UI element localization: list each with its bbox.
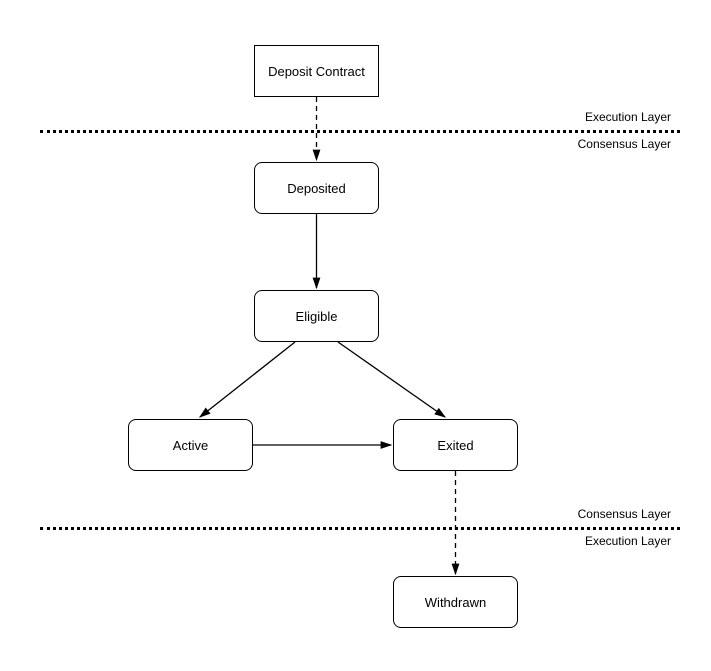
node-label: Exited (437, 438, 473, 453)
diagram-canvas: Deposit Contract Deposited Eligible Acti… (0, 0, 711, 671)
node-label: Eligible (296, 309, 338, 324)
node-eligible: Eligible (254, 290, 379, 342)
node-active: Active (128, 419, 253, 471)
layer-label-exec-lower: Execution Layer (585, 534, 671, 548)
layer-divider-upper (40, 130, 680, 133)
node-deposit-contract: Deposit Contract (254, 45, 379, 97)
layer-divider-lower (40, 527, 680, 530)
layer-label-exec-upper: Execution Layer (585, 110, 671, 124)
layer-label-cons-upper: Consensus Layer (578, 137, 671, 151)
edge-eligible-exited (338, 342, 445, 417)
layer-label-cons-lower: Consensus Layer (578, 507, 671, 521)
node-deposited: Deposited (254, 162, 379, 214)
node-label: Active (173, 438, 208, 453)
node-withdrawn: Withdrawn (393, 576, 518, 628)
node-label: Deposit Contract (268, 64, 365, 79)
node-label: Withdrawn (425, 595, 486, 610)
node-exited: Exited (393, 419, 518, 471)
node-label: Deposited (287, 181, 346, 196)
edge-eligible-active (200, 342, 295, 417)
